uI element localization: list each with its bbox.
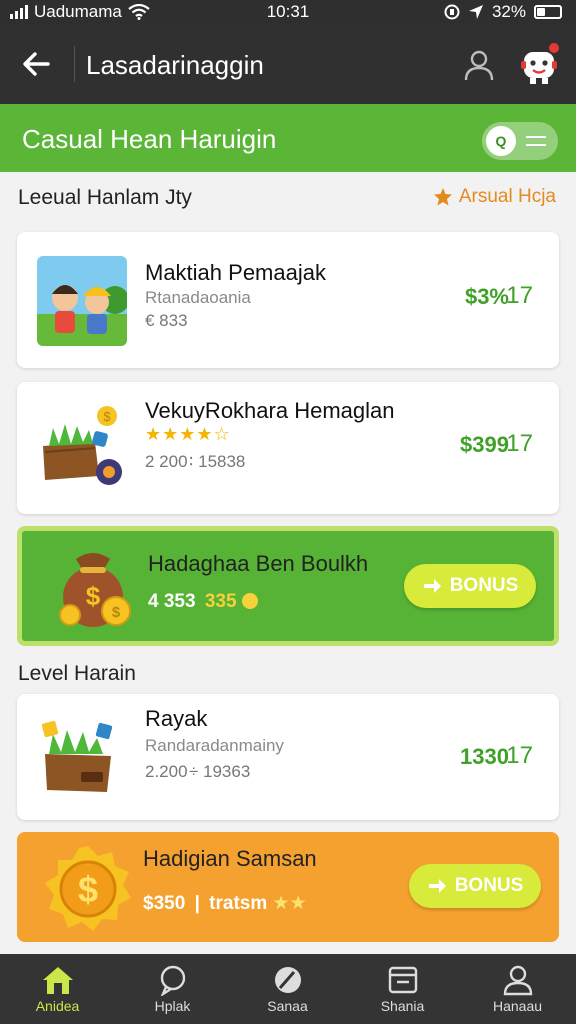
- star-burst-icon: [433, 188, 452, 206]
- game-thumbnail: [37, 710, 127, 800]
- nav-item-chat[interactable]: Hplak: [115, 954, 230, 1024]
- game-name: Rayak: [145, 706, 208, 731]
- chat-icon: [160, 965, 185, 996]
- bonus-button-label: BONUS: [449, 575, 519, 596]
- category-header: Casual Hean Haruigin Q: [0, 104, 576, 172]
- svg-text:$: $: [112, 604, 121, 621]
- bonus-button[interactable]: BONUS: [404, 564, 536, 608]
- nav-label: Shania: [380, 998, 425, 1014]
- compass-icon: [274, 967, 301, 993]
- status-bar: Uadumama 10:31 32%: [0, 0, 576, 24]
- section-title: Leeual Hanlam Jty: [18, 186, 192, 209]
- bonus-title: Hadaghaa Ben Boulkh: [148, 551, 369, 576]
- game-thumbnail: $: [37, 402, 127, 492]
- game-card[interactable]: Maktiah Pemaajak Rtanadaoania € 833 $3% …: [17, 232, 559, 368]
- battery-percent: 32%: [491, 2, 526, 21]
- menu-lines-icon: [526, 136, 546, 146]
- mascot-icon[interactable]: [518, 42, 560, 86]
- nav-label: Hplak: [154, 998, 191, 1014]
- section-link[interactable]: Arsual Hcja: [433, 186, 556, 208]
- bonus-amount: 4 353 335: [148, 591, 258, 613]
- category-title: Casual Hean Haruigin: [22, 124, 277, 154]
- profile-icon: [503, 965, 532, 996]
- game-name: Maktiah Pemaajak: [145, 260, 326, 285]
- arrow-right-icon: [428, 879, 446, 893]
- bottom-nav: Anidea Hplak Sanaa Shania Hanaau: [0, 954, 576, 1024]
- game-meta: € 833: [145, 311, 188, 330]
- calendar-icon: [388, 966, 417, 994]
- arrow-right-icon: [423, 579, 441, 593]
- nav-item-calendar[interactable]: Shania: [345, 954, 460, 1024]
- game-count: 17: [506, 282, 533, 309]
- game-thumbnail: [37, 256, 127, 346]
- reward-title: Hadigian Samsan: [143, 846, 317, 871]
- filter-toggle[interactable]: Q: [482, 122, 558, 160]
- bonus-amount-value: 4 353: [148, 591, 196, 612]
- game-subtitle: Randaradanmainy: [145, 736, 284, 755]
- rating-stars: ★★★★☆: [145, 424, 231, 444]
- section-title: Level Harain: [18, 662, 136, 685]
- coin-badge-icon: $: [45, 846, 131, 931]
- app-title: Lasadarinaggin: [86, 50, 264, 80]
- separator: |: [194, 893, 200, 914]
- reward-banner[interactable]: $ Hadigian Samsan $350 | tratsm ★★ BONUS: [17, 832, 559, 942]
- svg-text:$: $: [78, 869, 98, 910]
- section-link-label: Arsual Hcja: [458, 186, 556, 207]
- money-bag-icon: $ $: [59, 553, 131, 627]
- user-icon[interactable]: [462, 48, 496, 82]
- battery-icon: [534, 5, 562, 19]
- home-icon: [42, 967, 73, 994]
- game-name: VekuyRokhara Hemaglan: [145, 398, 395, 423]
- status-right: 32%: [444, 2, 562, 22]
- app-bar: Lasadarinaggin: [0, 24, 576, 104]
- game-meta: 2 200 ∶ 15838: [145, 452, 246, 471]
- game-card[interactable]: Rayak Randaradanmainy 2.200 ÷ 19363 1330…: [17, 694, 559, 820]
- svg-text:$: $: [103, 409, 111, 424]
- game-card[interactable]: $ VekuyRokhara Hemaglan ★★★★☆ 2 200 ∶ 15…: [17, 382, 559, 514]
- reward-amount: $350 | tratsm ★★: [143, 892, 307, 915]
- bonus-banner[interactable]: $ $ Hadaghaa Ben Boulkh 4 353 335 BONUS: [17, 526, 559, 646]
- app-bar-divider: [74, 46, 75, 82]
- bonus-amount-highlight: 335: [204, 591, 237, 612]
- svg-text:$: $: [86, 581, 101, 611]
- game-count: 17: [506, 742, 533, 769]
- reward-amount-text: tratsm: [209, 893, 268, 914]
- reward-amount-value: $350: [143, 893, 186, 914]
- toggle-knob: Q: [486, 126, 516, 156]
- game-count: 17: [506, 430, 533, 457]
- game-price: 1330: [460, 744, 509, 769]
- lock-rotation-icon: [444, 4, 460, 20]
- nav-item-compass[interactable]: Sanaa: [230, 954, 345, 1024]
- nav-label: Sanaa: [267, 998, 308, 1014]
- game-price: $399: [460, 432, 509, 457]
- back-arrow-icon[interactable]: [18, 46, 54, 82]
- nav-label: Hanaau: [492, 998, 543, 1014]
- coin-icon: [241, 593, 258, 609]
- game-subtitle: Rtanadaoania: [145, 288, 251, 307]
- nav-item-profile[interactable]: Hanaau: [460, 954, 575, 1024]
- nav-label: Anidea: [35, 998, 80, 1014]
- location-icon: [468, 5, 483, 19]
- bonus-button-label: BONUS: [454, 875, 524, 896]
- game-meta: 2.200 ÷ 19363: [145, 762, 251, 781]
- game-price: $3%: [464, 284, 509, 309]
- nav-item-home[interactable]: Anidea: [0, 954, 115, 1024]
- bonus-button[interactable]: BONUS: [409, 864, 541, 908]
- star-icon: ★★: [272, 893, 307, 914]
